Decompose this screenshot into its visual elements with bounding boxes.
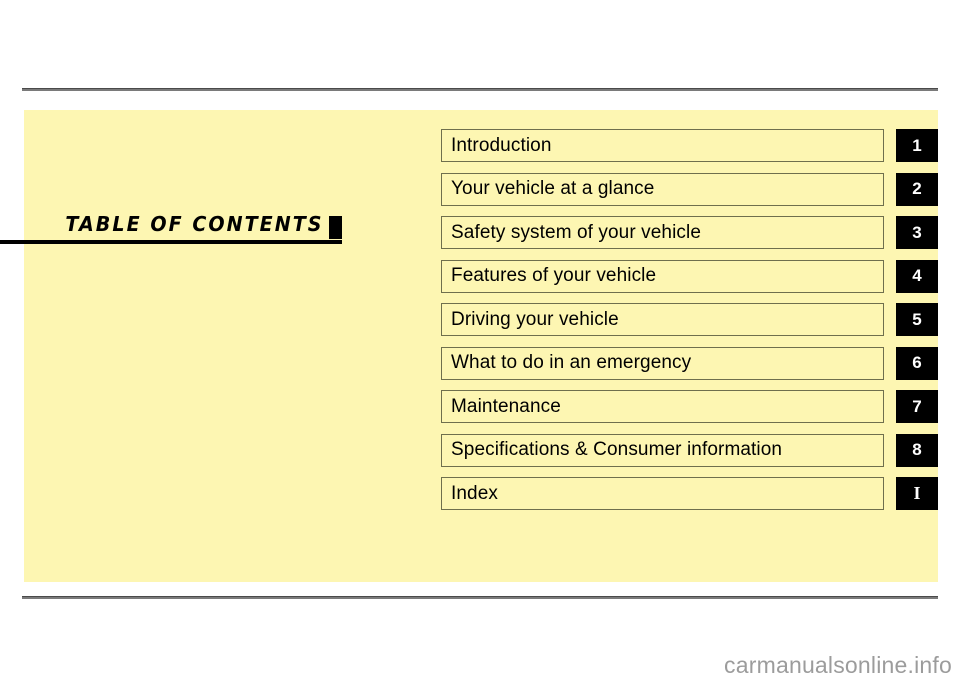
toc-item-label[interactable]: Your vehicle at a glance (441, 172, 884, 206)
toc-section-tab[interactable]: 6 (896, 346, 938, 380)
toc-row: Safety system of your vehicle 3 (441, 216, 938, 249)
top-rule (22, 88, 938, 91)
toc-row: Features of your vehicle 4 (441, 259, 938, 293)
toc-row: Your vehicle at a glance 2 (441, 172, 938, 206)
page-title: TABLE OF CONTENTS (65, 212, 324, 236)
table-of-contents-list: Introduction 1 Your vehicle at a glance 2 Sa… (441, 129, 938, 521)
toc-item-label[interactable]: Driving your vehicle (441, 303, 884, 336)
toc-section-tab[interactable]: 7 (896, 390, 938, 423)
toc-section-tab[interactable]: 3 (896, 216, 938, 249)
toc-section-tab[interactable]: 8 (896, 433, 938, 467)
manual-page: TABLE OF CONTENTS Introduction 1 Your vehi… (0, 0, 960, 688)
toc-row: Driving your vehicle 5 (441, 303, 938, 336)
toc-row: Maintenance 7 (441, 390, 938, 423)
toc-item-label[interactable]: Maintenance (441, 390, 884, 423)
heading-underline (0, 240, 342, 244)
watermark: carmanualsonline.info (724, 652, 952, 678)
heading-end-block-icon (329, 216, 342, 239)
toc-item-label[interactable]: Index (441, 477, 884, 510)
table-of-contents-heading: TABLE OF CONTENTS (0, 196, 342, 244)
toc-section-tab[interactable]: 5 (896, 303, 938, 336)
toc-item-label[interactable]: Features of your vehicle (441, 259, 884, 293)
toc-item-label[interactable]: Specifications & Consumer information (441, 433, 884, 467)
bottom-rule (22, 596, 938, 599)
toc-section-tab[interactable]: 2 (896, 172, 938, 206)
toc-row: What to do in an emergency 6 (441, 346, 938, 380)
toc-section-tab[interactable]: I (896, 477, 938, 510)
toc-row: Index I (441, 477, 938, 510)
toc-row: Specifications & Consumer information 8 (441, 433, 938, 467)
toc-item-label[interactable]: What to do in an emergency (441, 346, 884, 380)
toc-item-label[interactable]: Introduction (441, 129, 884, 162)
toc-row: Introduction 1 (441, 129, 938, 162)
toc-section-tab[interactable]: 1 (896, 129, 938, 162)
toc-item-label[interactable]: Safety system of your vehicle (441, 216, 884, 249)
toc-section-tab[interactable]: 4 (896, 259, 938, 293)
